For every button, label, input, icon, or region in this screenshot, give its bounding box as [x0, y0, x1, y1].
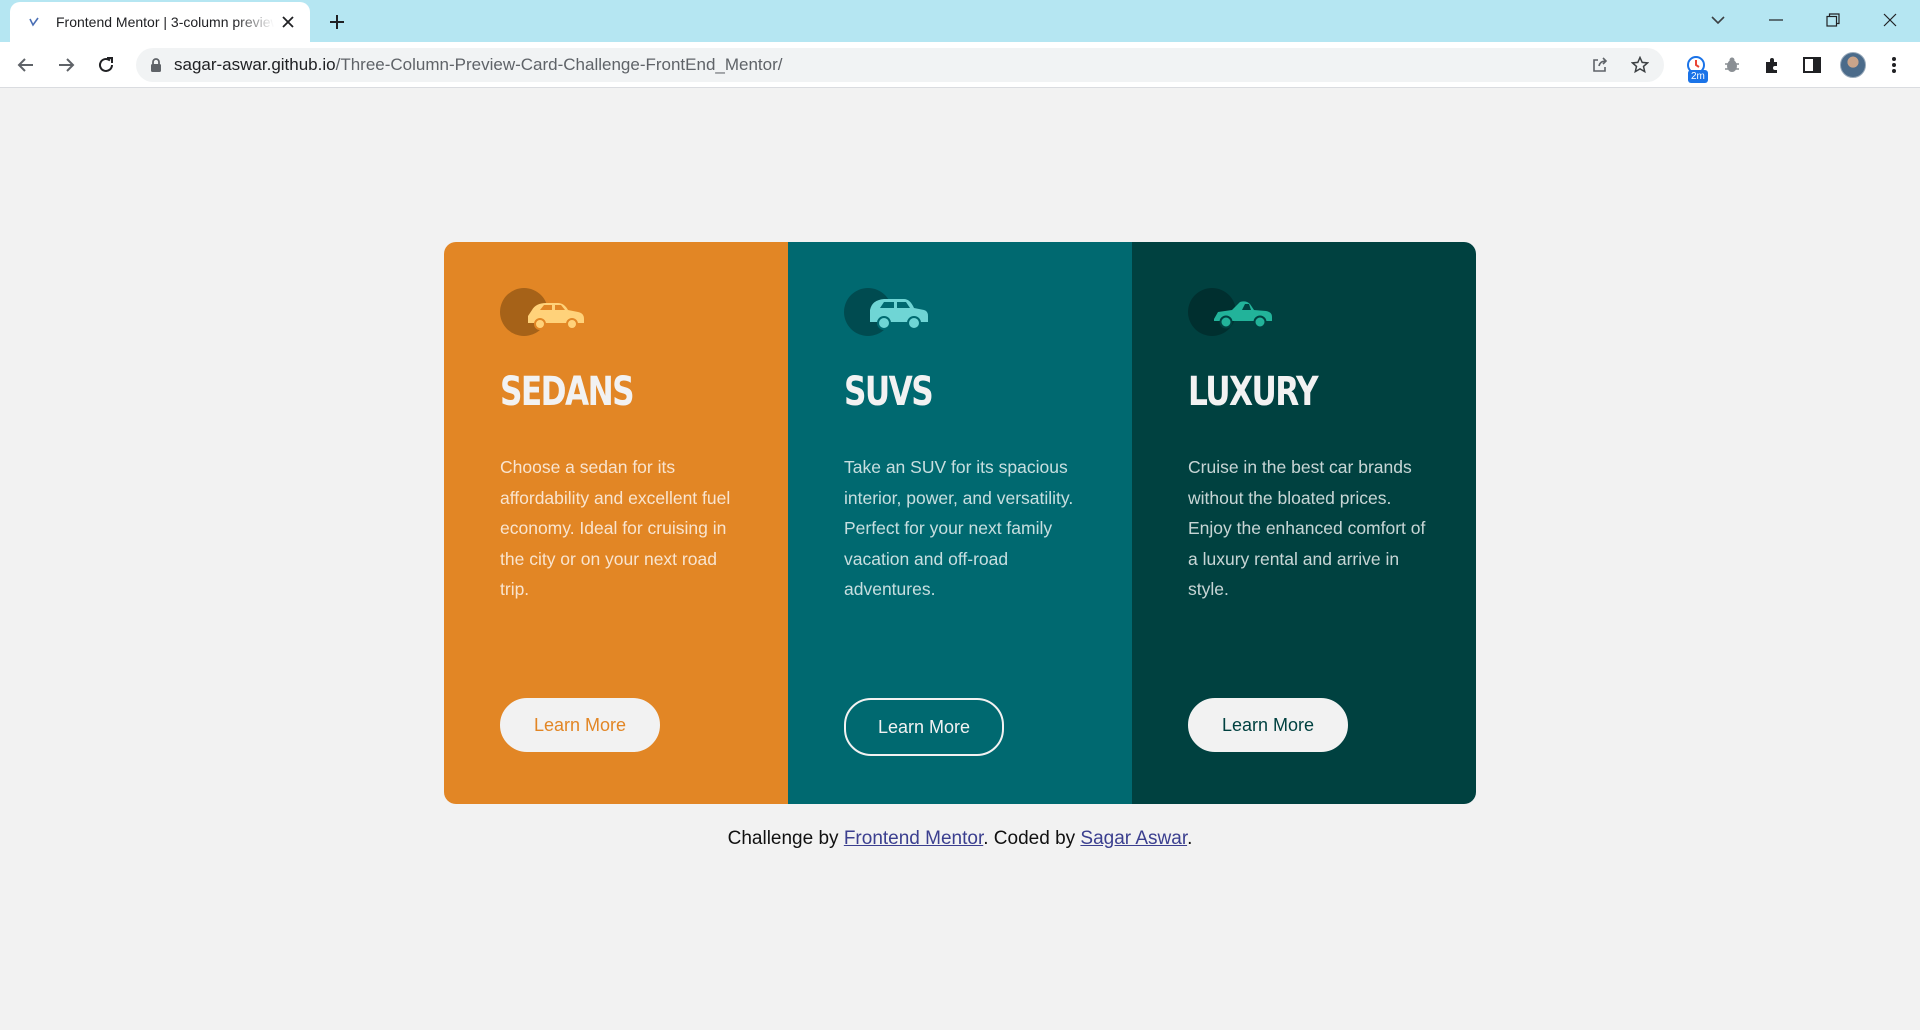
card-description: Choose a sedan for its affordability and… — [500, 457, 731, 599]
learn-more-button[interactable]: Learn More — [1188, 698, 1349, 752]
close-window-icon[interactable] — [1870, 6, 1910, 34]
lock-icon[interactable] — [150, 58, 162, 72]
luxury-car-icon — [1188, 288, 1272, 336]
menu-icon[interactable] — [1882, 53, 1906, 77]
extension-badge: 2m — [1688, 70, 1708, 83]
suv-icon — [844, 288, 928, 336]
preview-card: SEDANS Choose a sedan for its affordabil… — [444, 242, 1476, 804]
minimize-icon[interactable] — [1756, 6, 1796, 34]
card-title: SEDANS — [500, 369, 635, 415]
tab-title: Frontend Mentor | 3-column preview card … — [56, 14, 274, 30]
attribution-prefix: Challenge by — [727, 828, 844, 849]
tab-strip: Frontend Mentor | 3-column preview card … — [0, 0, 1920, 42]
favicon-icon — [26, 14, 42, 30]
reload-icon[interactable] — [92, 51, 120, 79]
new-tab-icon[interactable] — [324, 9, 350, 35]
learn-more-button[interactable]: Learn More — [500, 698, 661, 752]
bug-extension-icon[interactable] — [1720, 53, 1744, 77]
extensions-icon[interactable] — [1760, 53, 1784, 77]
learn-more-button[interactable]: Learn More — [844, 698, 1005, 756]
star-icon[interactable] — [1630, 55, 1650, 75]
attribution: Challenge by Frontend Mentor. Coded by S… — [0, 828, 1920, 850]
back-icon[interactable] — [12, 51, 40, 79]
card-description: Take an SUV for its spacious interior, p… — [844, 457, 1074, 599]
attribution-middle: . Coded by — [983, 828, 1081, 849]
sidepanel-icon[interactable] — [1800, 53, 1824, 77]
attribution-suffix: . — [1187, 828, 1193, 849]
card-suvs: SUVS Take an SUV for its spacious interi… — [788, 242, 1132, 804]
url-host: sagar-aswar.github.io — [174, 55, 336, 74]
restore-icon[interactable] — [1813, 6, 1853, 34]
card-title: SUVS — [844, 369, 934, 415]
forward-icon[interactable] — [52, 51, 80, 79]
address-bar[interactable]: sagar-aswar.github.io/Three-Column-Previ… — [136, 48, 1664, 82]
browser-tab[interactable]: Frontend Mentor | 3-column preview card … — [10, 2, 310, 42]
card-title: LUXURY — [1188, 369, 1319, 415]
sedan-icon — [500, 288, 584, 336]
card-luxury: LUXURY Cruise in the best car brands wit… — [1132, 242, 1476, 804]
card-sedans: SEDANS Choose a sedan for its affordabil… — [444, 242, 788, 804]
share-icon[interactable] — [1590, 55, 1610, 75]
card-description: Cruise in the best car brands without th… — [1188, 457, 1426, 599]
tab-search-icon[interactable] — [1698, 6, 1738, 34]
browser-toolbar: sagar-aswar.github.io/Three-Column-Previ… — [0, 42, 1920, 88]
author-link[interactable]: Sagar Aswar — [1080, 828, 1187, 849]
url-path: /Three-Column-Preview-Card-Challenge-Fro… — [335, 55, 783, 74]
url-text: sagar-aswar.github.io/Three-Column-Previ… — [174, 55, 783, 75]
frontend-mentor-link[interactable]: Frontend Mentor — [844, 828, 983, 849]
close-tab-icon[interactable] — [278, 12, 298, 32]
profile-avatar[interactable] — [1840, 52, 1866, 78]
